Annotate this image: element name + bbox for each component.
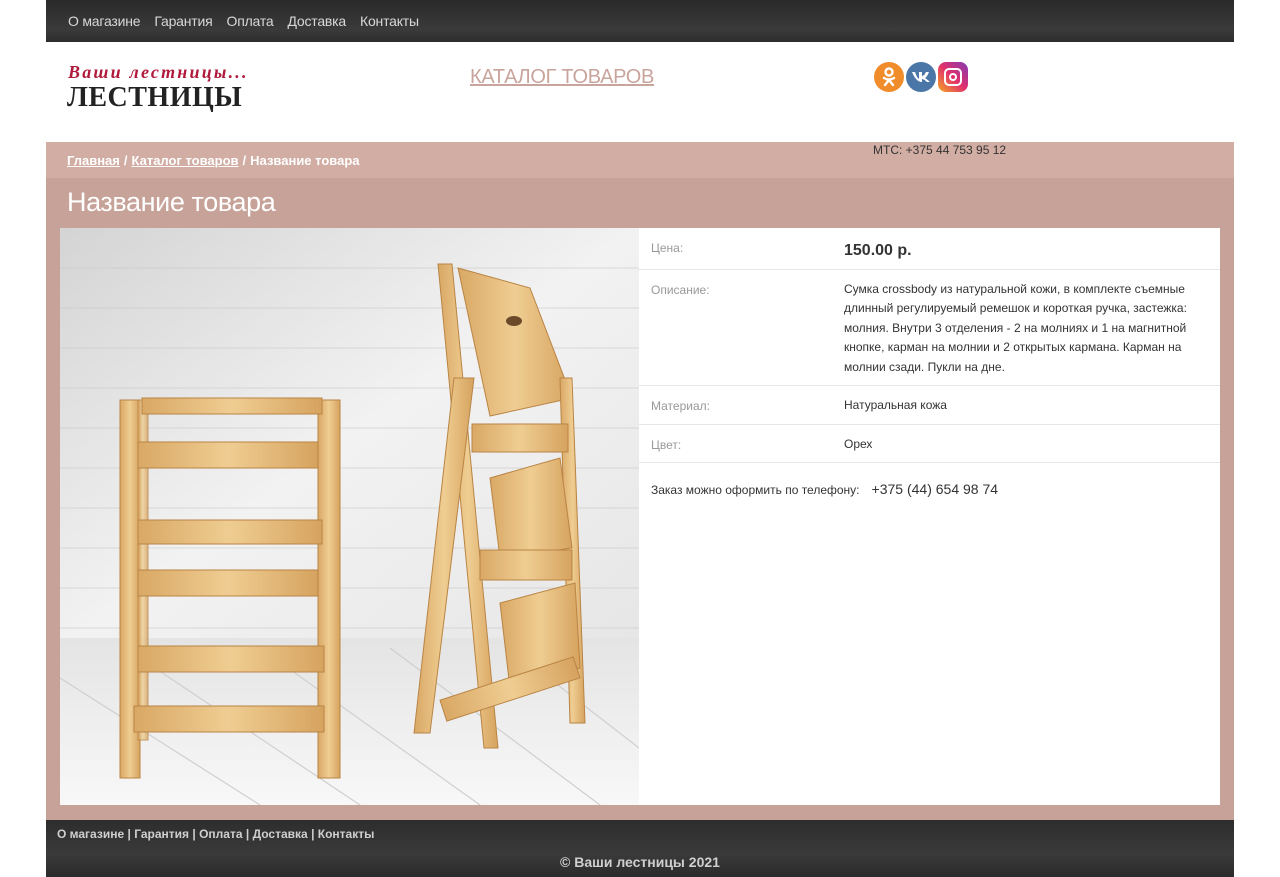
product-photo[interactable] (60, 228, 639, 805)
material-row: Материал: Натуральная кожа (639, 386, 1220, 425)
color-row: Цвет: Орех (639, 425, 1220, 463)
breadcrumb-separator: / (242, 152, 247, 168)
odnoklassniki-icon[interactable] (874, 62, 904, 92)
nav-link-payment[interactable]: Оплата (227, 13, 274, 29)
footer-links: О магазине | Гарантия | Оплата | Доставк… (57, 827, 374, 841)
material-value: Натуральная кожа (844, 398, 947, 412)
breadcrumb: Главная / Каталог товаров / Название тов… (46, 142, 1234, 178)
social-links (874, 62, 968, 92)
order-info: Заказ можно оформить по телефону: +375 (… (639, 463, 1220, 515)
footer-separator: | (192, 827, 196, 841)
logo-title[interactable]: ЛЕСТНИЦЫ (67, 82, 242, 114)
breadcrumb-current: Название товара (250, 152, 360, 168)
product-card: Цена: 150.00 р. Описание: Сумка crossbod… (60, 228, 1220, 805)
breadcrumb-home[interactable]: Главная (67, 153, 120, 168)
footer-separator: | (311, 827, 315, 841)
footer-link-guarantee[interactable]: Гарантия (134, 827, 189, 841)
product-photo-image (60, 228, 639, 805)
instagram-glyph (944, 68, 962, 86)
footer-link-delivery[interactable]: Доставка (253, 827, 308, 841)
order-text: Заказ можно оформить по телефону: (651, 483, 860, 497)
copyright: © Ваши лестницы 2021 (560, 854, 720, 870)
footer-link-payment[interactable]: Оплата (199, 827, 242, 841)
site-footer: О магазине | Гарантия | Оплата | Доставк… (46, 820, 1234, 877)
instagram-icon[interactable] (938, 62, 968, 92)
nav-link-delivery[interactable]: Доставка (287, 13, 346, 29)
price-label: Цена: (651, 241, 684, 255)
nav-link-contacts[interactable]: Контакты (360, 13, 419, 29)
odnoklassniki-glyph (882, 67, 896, 87)
breadcrumb-catalog[interactable]: Каталог товаров (132, 153, 239, 168)
logo-tagline[interactable]: Ваши лестницы... (68, 62, 249, 83)
color-value: Орех (844, 436, 873, 451)
price-row: Цена: 150.00 р. (639, 228, 1220, 270)
product-info: Цена: 150.00 р. Описание: Сумка crossbod… (639, 228, 1220, 805)
footer-link-contacts[interactable]: Контакты (318, 827, 375, 841)
description-row: Описание: Сумка crossbody из натуральной… (639, 270, 1220, 386)
page-wrapper: О магазине Гарантия Оплата Доставка Конт… (46, 0, 1234, 877)
price-value: 150.00 р. (844, 242, 912, 259)
product-section: Цена: 150.00 р. Описание: Сумка crossbod… (46, 226, 1234, 820)
color-label: Цвет: (651, 437, 682, 452)
page-title: Название товара (67, 186, 276, 217)
page-title-bar: Название товара (46, 178, 1234, 226)
breadcrumb-separator: / (123, 152, 128, 168)
vk-icon[interactable] (906, 62, 936, 92)
site-header: Ваши лестницы... ЛЕСТНИЦЫ КАТАЛОГ ТОВАРО… (46, 42, 1234, 157)
description-label: Описание: (651, 282, 710, 297)
footer-separator: | (127, 827, 131, 841)
order-phone[interactable]: +375 (44) 654 98 74 (872, 481, 999, 497)
nav-link-about[interactable]: О магазине (68, 13, 141, 29)
vk-glyph (912, 72, 930, 82)
footer-separator: | (245, 827, 250, 841)
catalog-link[interactable]: КАТАЛОГ ТОВАРОВ (470, 66, 654, 89)
footer-link-about[interactable]: О магазине (57, 827, 124, 841)
top-nav: О магазине Гарантия Оплата Доставка Конт… (46, 0, 1234, 42)
header-phone: МТС: +375 44 753 95 12 (873, 143, 1007, 157)
description-value: Сумка crossbody из натуральной кожи, в к… (844, 281, 1187, 374)
material-label: Материал: (651, 399, 710, 413)
nav-link-guarantee[interactable]: Гарантия (154, 13, 212, 29)
